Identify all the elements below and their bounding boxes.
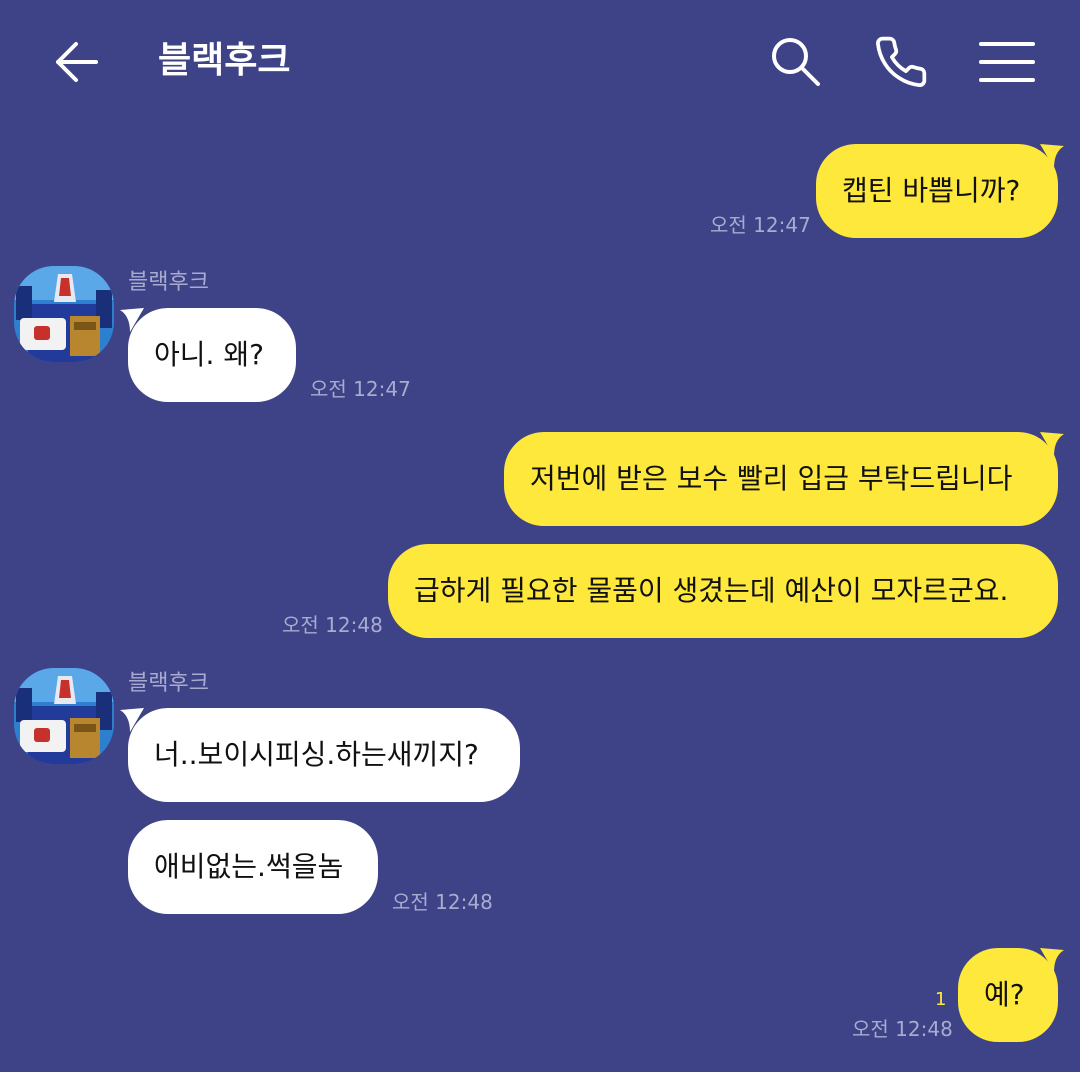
- my-message-bubble[interactable]: 급하게 필요한 물품이 생겼는데 예산이 모자르군요.: [388, 544, 1058, 638]
- bubble-tail: [1040, 948, 1064, 972]
- bubble-tail: [120, 708, 144, 732]
- chat-title: 블랙후크: [158, 40, 291, 81]
- their-message-bubble[interactable]: 아니. 왜?: [128, 308, 296, 402]
- chat-header: 블랙후크: [0, 0, 1080, 120]
- message-time: 오전 12:48: [852, 1017, 953, 1041]
- their-message-bubble[interactable]: 애비없는.썩을놈: [128, 820, 378, 914]
- avatar[interactable]: [14, 266, 114, 362]
- my-message-bubble[interactable]: 캡틴 바쁩니까?: [816, 144, 1058, 238]
- bubble-tail: [1040, 144, 1064, 168]
- my-message-bubble[interactable]: 저번에 받은 보수 빨리 입금 부탁드립니다: [504, 432, 1058, 526]
- bubble-tail: [120, 308, 144, 332]
- hamburger-menu-icon[interactable]: [978, 40, 1036, 84]
- unread-count: 1: [935, 989, 947, 1010]
- bubble-tail: [1040, 432, 1064, 456]
- arrow-left-icon[interactable]: [50, 36, 102, 88]
- sender-name: 블랙후크: [128, 671, 209, 696]
- avatar[interactable]: [14, 668, 114, 764]
- their-message-bubble[interactable]: 너..보이시피싱.하는새끼지?: [128, 708, 520, 802]
- message-time: 오전 12:48: [282, 613, 383, 637]
- sender-name: 블랙후크: [128, 270, 209, 295]
- message-time: 오전 12:47: [310, 377, 411, 401]
- search-icon[interactable]: [768, 34, 822, 88]
- phone-icon[interactable]: [872, 34, 930, 90]
- message-time: 오전 12:48: [392, 890, 493, 914]
- message-time: 오전 12:47: [710, 213, 811, 237]
